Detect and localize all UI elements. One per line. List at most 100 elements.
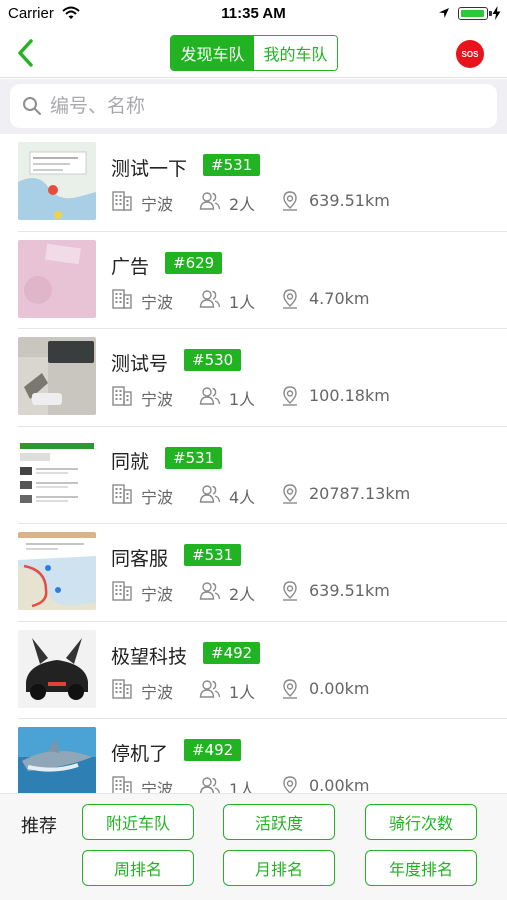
team-thumbnail [18,239,96,318]
filter-monthly-rank-button[interactable]: 月排名 [223,850,335,886]
team-city: 宁波 [141,390,174,409]
search-bar [0,79,507,134]
map-pin-icon [279,288,301,310]
building-icon [111,678,133,700]
team-row[interactable]: 测试一下 #531 宁波 2人 639.51km [0,134,507,232]
team-name: 广告 [111,255,150,278]
people-icon [199,385,221,407]
team-thumbnail [18,434,96,513]
team-name: 停机了 [111,743,169,765]
map-pin-icon [279,483,301,505]
team-name: 极望科技 [111,645,188,668]
team-distance: 0.00km [309,776,370,793]
team-name: 测试一下 [111,158,188,180]
team-city: 宁波 [141,195,174,214]
team-meta: 宁波 1人 0.00km [111,775,501,793]
team-list[interactable]: 测试一下 #531 宁波 2人 639.51km 广告 #629 宁波 1人 4.70km 测试号 #… [0,134,507,793]
team-name: 同就 [111,450,150,473]
team-distance: 100.18km [309,386,390,405]
sos-button[interactable]: SOS [456,40,484,68]
team-row[interactable]: 测试号 #530 宁波 1人 100.18km [0,329,507,427]
team-city: 宁波 [141,292,174,312]
status-bar: Carrier 11:35 AM [0,0,507,28]
building-icon [111,580,133,602]
team-city: 宁波 [141,682,174,702]
team-thumbnail [18,142,96,220]
battery-icon [458,7,492,20]
team-number-badge: #492 [184,739,242,761]
team-meta: 宁波 1人 4.70km [111,288,501,312]
team-name: 同客服 [111,548,169,570]
team-number-badge: #530 [184,349,242,371]
team-member-count: 1人 [229,292,256,312]
recommend-label: 推荐 [21,816,57,837]
search-icon [23,97,41,115]
nav-bar: 发现车队 我的车队 SOS [0,28,507,78]
charging-bolt-icon [492,6,501,20]
team-member-count: 2人 [229,585,256,604]
people-icon [199,190,221,212]
team-thumbnail [18,727,96,793]
tab-my-teams[interactable]: 我的车队 [254,36,337,70]
team-member-count: 1人 [229,390,256,409]
filter-nearby-teams-button[interactable]: 附近车队 [82,804,194,840]
filter-activity-button[interactable]: 活跃度 [223,804,335,840]
tab-discover-teams[interactable]: 发现车队 [171,36,254,70]
people-icon [199,483,221,505]
chevron-left-icon [18,39,33,67]
team-member-count: 2人 [229,195,256,214]
map-pin-icon [279,385,301,407]
team-distance: 0.00km [309,678,370,698]
team-row[interactable]: 停机了 #492 宁波 1人 0.00km [0,719,507,793]
filter-weekly-rank-button[interactable]: 周排名 [82,850,194,886]
team-meta: 宁波 2人 639.51km [111,190,501,214]
people-icon [199,580,221,602]
team-thumbnail [18,337,96,415]
team-city: 宁波 [141,585,174,604]
search-input[interactable] [50,84,480,128]
building-icon [111,483,133,505]
building-icon [111,385,133,407]
map-pin-icon [279,190,301,212]
back-button[interactable] [10,36,40,70]
team-row[interactable]: 同客服 #531 宁波 2人 639.51km [0,524,507,622]
team-meta: 宁波 4人 20787.13km [111,483,501,507]
team-meta: 宁波 1人 0.00km [111,678,501,702]
team-member-count: 4人 [229,487,256,507]
team-meta: 宁波 2人 639.51km [111,580,501,604]
map-pin-icon [279,580,301,602]
team-number-badge: #531 [184,544,242,566]
team-number-badge: #629 [165,251,223,274]
filter-ride-count-button[interactable]: 骑行次数 [365,804,477,840]
team-distance: 639.51km [309,581,390,600]
team-segment-control: 发现车队 我的车队 [170,35,338,71]
building-icon [111,288,133,310]
team-meta: 宁波 1人 100.18km [111,385,501,409]
people-icon [199,288,221,310]
team-row[interactable]: 极望科技 #492 宁波 1人 0.00km [0,622,507,719]
recommend-panel: 推荐 附近车队 活跃度 骑行次数 周排名 月排名 年度排名 [0,793,507,900]
people-icon [199,775,221,793]
team-city: 宁波 [141,780,174,793]
team-thumbnail [18,629,96,708]
filter-yearly-rank-button[interactable]: 年度排名 [365,850,477,886]
team-row[interactable]: 同就 #531 宁波 4人 20787.13km [0,427,507,524]
clock-time: 11:35 AM [221,5,286,22]
team-name: 测试号 [111,353,169,375]
team-number-badge: #531 [165,446,223,469]
team-number-badge: #492 [203,641,261,664]
team-member-count: 1人 [229,682,256,702]
team-distance: 639.51km [309,191,390,210]
team-row[interactable]: 广告 #629 宁波 1人 4.70km [0,232,507,329]
people-icon [199,678,221,700]
location-arrow-icon [439,8,449,18]
team-number-badge: #531 [203,154,261,176]
building-icon [111,190,133,212]
map-pin-icon [279,775,301,793]
team-member-count: 1人 [229,780,256,793]
team-distance: 20787.13km [309,483,411,503]
team-thumbnail [18,532,96,610]
team-city: 宁波 [141,487,174,507]
team-distance: 4.70km [309,288,370,308]
search-box [10,84,497,128]
